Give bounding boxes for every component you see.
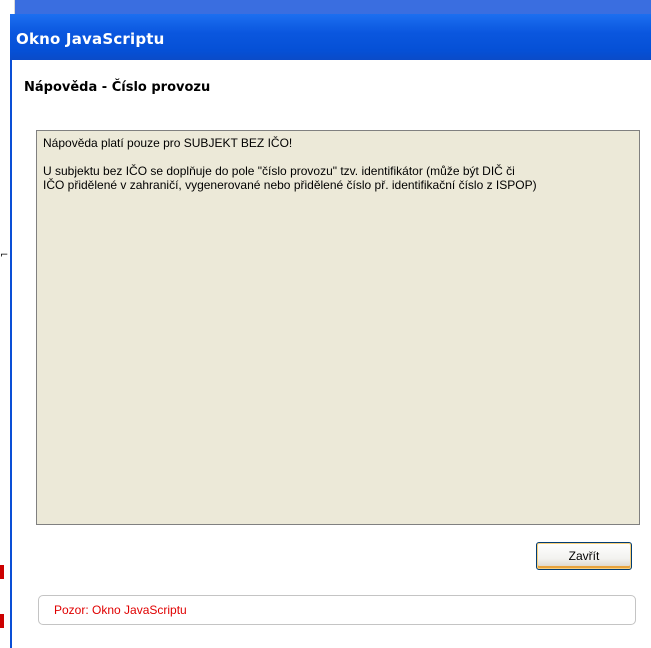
help-line: U subjektu bez IČO se doplňuje do pole "… xyxy=(43,164,515,178)
help-line: IČO přidělené v zahraničí, vygenerované … xyxy=(43,178,537,192)
status-bar: Pozor: Okno JavaScriptu xyxy=(38,595,636,625)
window-titlebar[interactable]: Okno JavaScriptu xyxy=(10,14,651,60)
help-heading: Nápověda - Číslo provozu xyxy=(24,80,211,95)
help-text-area: Nápověda platí pouze pro SUBJEKT BEZ IČO… xyxy=(36,130,640,525)
status-text: Pozor: Okno JavaScriptu xyxy=(54,603,187,617)
background-red-mark xyxy=(0,565,4,579)
javascript-dialog-window: Okno JavaScriptu Nápověda - Číslo provoz… xyxy=(10,14,651,648)
background-red-mark xyxy=(0,614,4,628)
background-fragment: ⌐ xyxy=(0,250,9,261)
help-line: Nápověda platí pouze pro SUBJEKT BEZ IČO… xyxy=(43,136,293,150)
close-button[interactable]: Zavřít xyxy=(536,542,632,570)
dialog-content: Nápověda - Číslo provozu Nápověda platí … xyxy=(12,60,651,648)
window-title: Okno JavaScriptu xyxy=(16,30,165,48)
